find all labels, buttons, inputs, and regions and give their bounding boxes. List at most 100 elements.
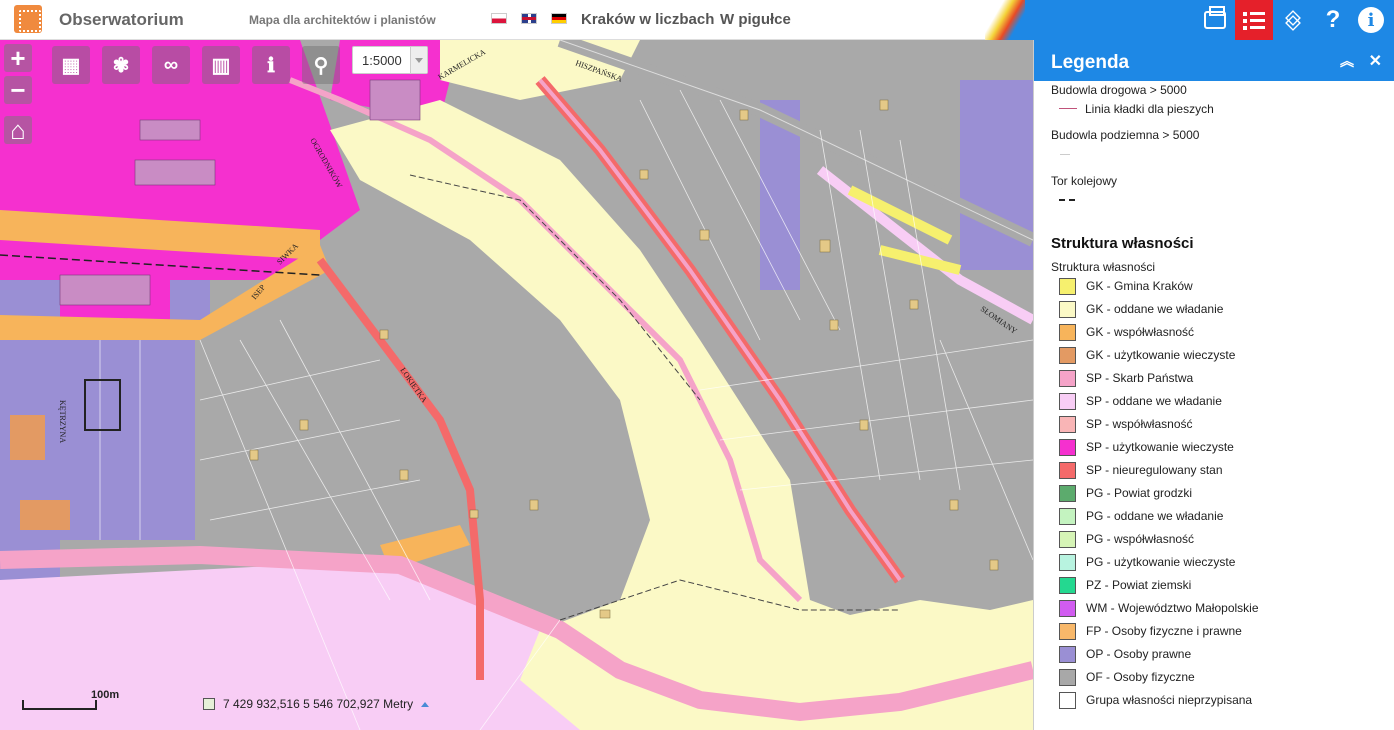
app-subtitle: Mapa dla architektów i planistów (249, 13, 436, 27)
list-icon (1243, 11, 1265, 30)
legend-group-title: Tor kolejowy (1051, 174, 1118, 188)
map-canvas[interactable]: KARMELICKA HISZPAŃSKA SIWKA ISEP OGRODNI… (0, 40, 1033, 730)
legend-swatch (1059, 438, 1076, 456)
legend-item: PG - Powiat grodzki (1059, 484, 1192, 502)
legend-header: Legenda ︽ ✕ (1034, 40, 1394, 81)
legend-item-label: GK - współwłasność (1086, 325, 1195, 339)
layers-icon (1283, 10, 1303, 31)
scale-value: 1:5000 (362, 53, 402, 68)
nav-krakow-in-numbers[interactable]: Kraków w liczbach (581, 11, 714, 28)
legend-item: FP - Osoby fizyczne i prawne (1059, 622, 1242, 640)
link-icon: ∞ (163, 53, 179, 76)
legend-swatch (1059, 346, 1076, 364)
legend-item-label: PG - Powiat grodzki (1086, 486, 1193, 500)
legend-item: PG - współwłasność (1059, 530, 1194, 548)
legend-swatch (1059, 553, 1076, 571)
legend-item: WM - Województwo Małopolskie (1059, 599, 1259, 617)
legend-item: GK - Gmina Kraków (1059, 277, 1193, 295)
legend-item-label: WM - Województwo Małopolskie (1086, 601, 1259, 615)
home-button[interactable]: ⌂ (4, 114, 32, 145)
railway-line-symbol (1059, 199, 1075, 201)
legend-item-label: SP - oddane we władanie (1086, 394, 1222, 408)
home-icon: ⌂ (10, 114, 26, 145)
legend-panel: Legenda ︽ ✕ Budowla drogowa > 5000 Linia… (1033, 40, 1394, 730)
zoom-in-button[interactable]: + (4, 43, 32, 73)
polish-flag-icon[interactable] (491, 13, 507, 24)
legend-item: SP - Skarb Państwa (1059, 369, 1193, 387)
legend-item-label: SP - współwłasność (1086, 417, 1193, 431)
print-button[interactable] (1196, 0, 1234, 40)
scale-bar-label: 100m (91, 689, 120, 701)
legend-item: Grupa własności nieprzypisana (1059, 691, 1252, 709)
coordinates-readout[interactable]: 7 429 932,516 5 546 702,927 Metry (203, 697, 430, 711)
map-tool-button[interactable]: ▥ (202, 46, 240, 84)
zoom-out-button[interactable]: − (4, 75, 32, 105)
legend-item-label: PG - użytkowanie wieczyste (1086, 555, 1236, 569)
legend-group-title: Budowla drogowa > 5000 (1051, 83, 1187, 97)
legend-swatch (1059, 645, 1076, 663)
coordinates-value: 7 429 932,516 5 546 702,927 Metry (223, 697, 414, 711)
legend-item-label: FP - Osoby fizyczne i prawne (1086, 624, 1242, 638)
legend-line-label: Linia kładki dla pieszych (1085, 102, 1214, 116)
layers-button[interactable] (1274, 0, 1312, 40)
legend-item-label: GK - użytkowanie wieczyste (1086, 348, 1236, 362)
legend-item-label: SP - użytkowanie wieczyste (1086, 440, 1234, 454)
english-flag-icon[interactable] (521, 13, 537, 24)
legend-item-label: OP - Osoby prawne (1086, 647, 1192, 661)
drawing-tool-button[interactable]: ✾ (102, 46, 140, 84)
legend-item: GK - użytkowanie wieczyste (1059, 346, 1235, 364)
legend-item: OP - Osoby prawne (1059, 645, 1191, 663)
help-button[interactable]: ? (1314, 0, 1352, 40)
app-window: Obserwatorium Mapa dla architektów i pla… (0, 0, 1394, 730)
info-icon: ℹ (267, 54, 275, 77)
grid-icon: ▦ (61, 54, 81, 77)
legend-swatch (1059, 599, 1076, 617)
grid-tool-button[interactable]: ▦ (52, 46, 90, 84)
legend-swatch (1059, 300, 1076, 318)
city-logo-icon[interactable] (14, 5, 42, 33)
legend-body: Budowla drogowa > 5000 Linia kładki dla … (1034, 81, 1394, 730)
legend-item-label: SP - Skarb Państwa (1086, 371, 1194, 385)
legend-item-label: PG - współwłasność (1086, 532, 1195, 546)
legend-group-title: Budowla podziemna > 5000 (1051, 128, 1200, 142)
top-header: Obserwatorium Mapa dla architektów i pla… (0, 0, 1394, 40)
ownership-subtitle: Struktura własności (1051, 260, 1156, 274)
nav-in-a-nutshell[interactable]: W pigułce (720, 11, 791, 28)
map-drawing: KARMELICKA HISZPAŃSKA SIWKA ISEP OGRODNI… (0, 40, 1033, 730)
close-icon[interactable]: ✕ (1369, 51, 1382, 71)
legend-item: PG - użytkowanie wieczyste (1059, 553, 1235, 571)
map-icon: ▥ (211, 54, 231, 77)
collapse-icon[interactable]: ︽ (1340, 51, 1354, 71)
legend-swatch (1059, 691, 1076, 709)
legend-swatch (1059, 530, 1076, 548)
measure-tool-button[interactable]: ∞ (152, 46, 190, 84)
german-flag-icon[interactable] (551, 13, 567, 24)
legend-item-label: GK - Gmina Kraków (1086, 279, 1193, 293)
question-mark-icon: ? (1325, 6, 1341, 33)
underground-line-symbol (1060, 154, 1070, 155)
legend-title: Legenda (1051, 52, 1130, 73)
legend-item: SP - oddane we władanie (1059, 392, 1222, 410)
legend-item-label: GK - oddane we władanie (1086, 302, 1224, 316)
info-button[interactable]: i (1352, 0, 1390, 40)
legend-item: OF - Osoby fizyczne (1059, 668, 1195, 686)
legend-swatch (1059, 668, 1076, 686)
info-icon: i (1358, 7, 1384, 33)
app-title[interactable]: Obserwatorium (59, 10, 184, 30)
chevron-up-icon[interactable] (421, 702, 430, 707)
legend-swatch (1059, 392, 1076, 410)
legend-swatch (1059, 415, 1076, 433)
legend-swatch (1059, 323, 1076, 341)
legend-item-label: SP - nieuregulowany stan (1086, 463, 1223, 477)
footbridge-line-symbol (1059, 108, 1077, 109)
ownership-section-title: Struktura własności (1051, 235, 1194, 252)
legend-swatch (1059, 576, 1076, 594)
search-tool-button[interactable]: ⚲ (302, 46, 340, 84)
scale-select[interactable]: 1:5000 (352, 46, 428, 74)
shapes-icon: ✾ (112, 54, 130, 77)
legend-button[interactable] (1235, 0, 1273, 40)
legend-item: GK - współwłasność (1059, 323, 1194, 341)
printer-icon (1204, 6, 1226, 29)
legend-item: SP - współwłasność (1059, 415, 1193, 433)
identify-tool-button[interactable]: ℹ (252, 46, 290, 84)
